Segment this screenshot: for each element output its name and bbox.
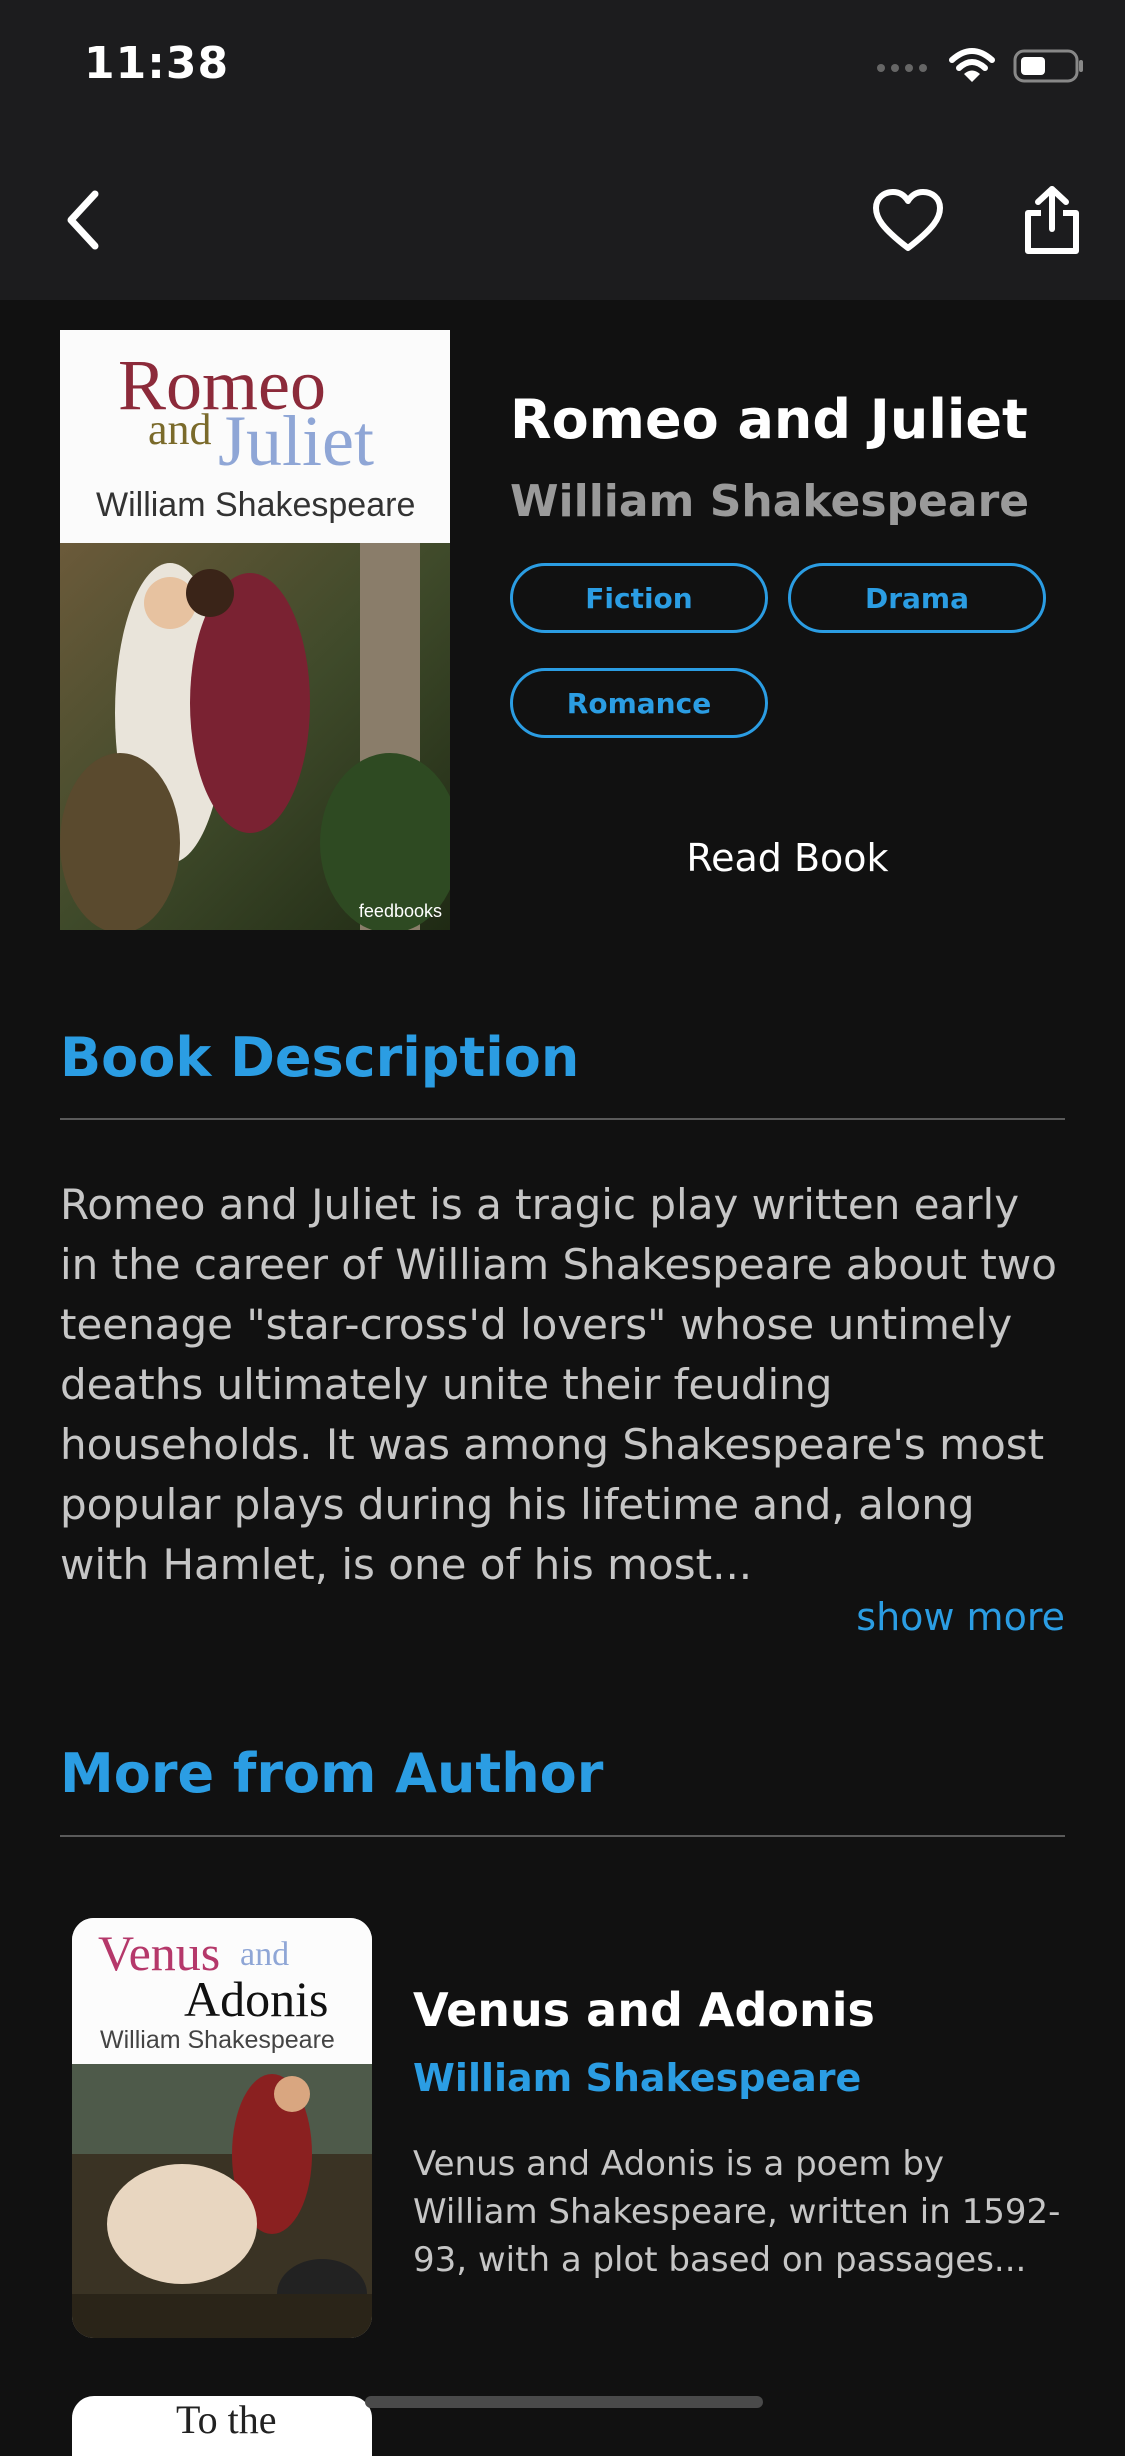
battery-icon <box>1013 49 1083 83</box>
chevron-left-icon <box>67 190 99 250</box>
signal-icon <box>877 64 927 72</box>
tag-drama[interactable]: Drama <box>788 563 1046 633</box>
share-icon <box>1025 186 1079 254</box>
cover-title-and: and <box>148 405 212 454</box>
home-indicator <box>365 2396 763 2408</box>
cover-author: William Shakespeare <box>96 486 416 524</box>
status-icons <box>875 48 1085 84</box>
related-cover-title-word: Adonis <box>184 1971 329 2027</box>
related-book-cover[interactable]: Venus and Adonis William Shakespeare <box>72 1918 372 2338</box>
read-book-button[interactable]: Read Book <box>510 836 1065 880</box>
cover-publisher: feedbooks <box>358 901 442 921</box>
related-cover-author: William Shakespeare <box>100 2026 335 2054</box>
status-time: 11:38 <box>84 38 230 89</box>
related-cover-title-area: Venus and Adonis William Shakespeare <box>72 1918 372 2064</box>
related-cover-painting <box>72 2064 372 2338</box>
book-description-text: Romeo and Juliet is a tragic play writte… <box>60 1180 1057 1589</box>
navigation-bar <box>0 140 1125 300</box>
book-author: William Shakespeare <box>510 476 1030 527</box>
book-title: Romeo and Juliet <box>510 388 1028 451</box>
back-button[interactable] <box>44 180 124 260</box>
tag-fiction[interactable]: Fiction <box>510 563 768 633</box>
cover-title-area: Romeo and Juliet William Shakespeare <box>60 330 450 543</box>
related-book-description: Venus and Adonis is a poem by William Sh… <box>413 2144 1061 2280</box>
related-book-title[interactable]: Venus and Adonis <box>413 1983 875 2037</box>
show-more-link[interactable]: show more <box>856 1595 1065 1639</box>
next-book-cover[interactable]: To the <box>72 2396 372 2456</box>
wifi-icon <box>949 48 995 82</box>
status-bar: 11:38 <box>0 0 1125 140</box>
favorite-button[interactable] <box>868 180 948 260</box>
more-from-author-heading: More from Author <box>60 1742 604 1805</box>
book-description-heading: Book Description <box>60 1026 580 1089</box>
divider <box>60 1118 1065 1120</box>
tag-romance[interactable]: Romance <box>510 668 768 738</box>
related-book-author[interactable]: William Shakespeare <box>413 2056 861 2100</box>
cover-painting <box>60 543 450 930</box>
share-button[interactable] <box>1012 180 1092 260</box>
cover-title-word: Juliet <box>218 401 374 481</box>
book-cover: Romeo and Juliet William Shakespeare fee… <box>60 330 450 930</box>
heart-icon <box>873 189 943 251</box>
divider <box>60 1835 1065 1837</box>
related-cover-title-and: and <box>240 1936 290 1973</box>
